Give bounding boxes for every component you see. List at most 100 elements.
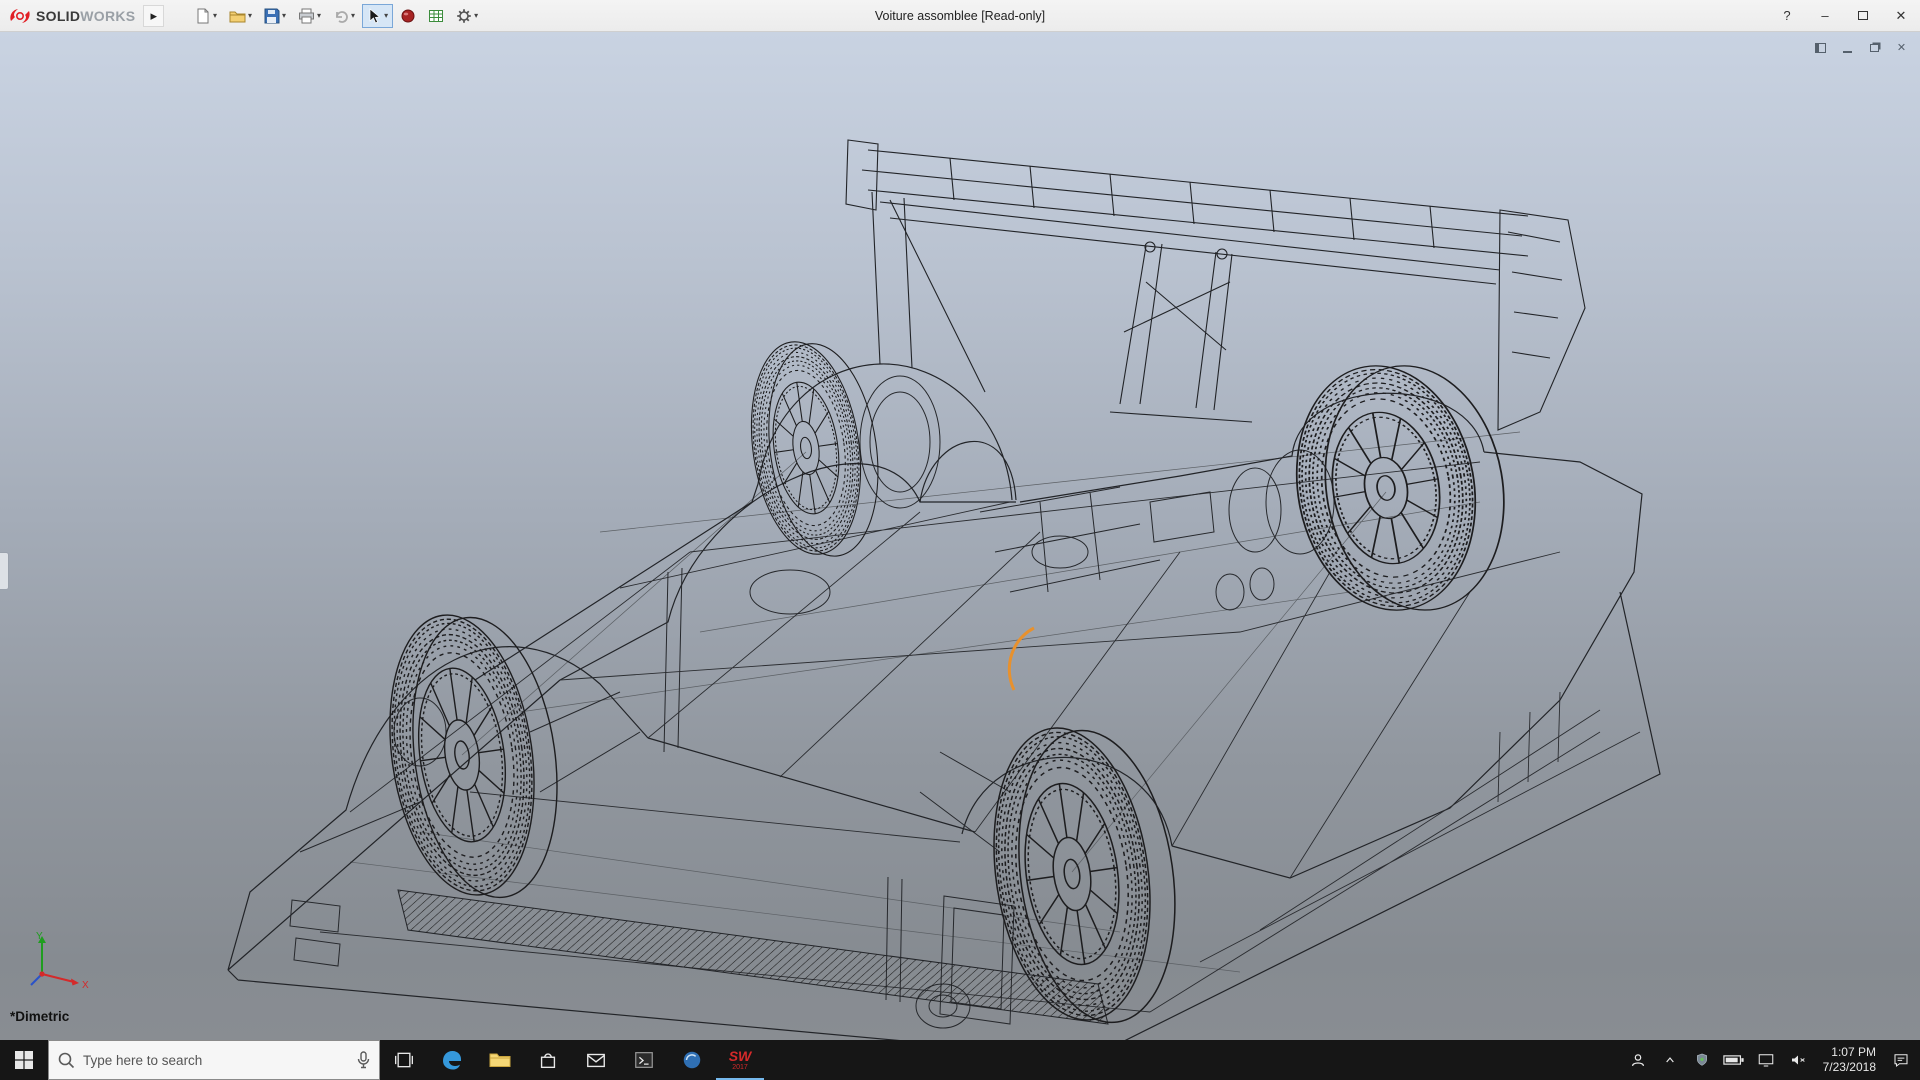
search-input[interactable] <box>83 1053 348 1068</box>
print-dropdown[interactable]: ▾ <box>317 11 321 20</box>
orientation-triad[interactable]: Y X <box>26 930 96 994</box>
edge-button[interactable] <box>428 1040 476 1080</box>
undo-button[interactable]: ▾ <box>328 4 360 28</box>
appearance-button[interactable] <box>395 4 421 28</box>
dock-window-button[interactable] <box>1812 40 1829 55</box>
taskbar-clock[interactable]: 1:07 PM 7/23/2018 <box>1815 1045 1884 1075</box>
microphone-icon[interactable] <box>356 1051 371 1069</box>
sw-badge-text: SW <box>729 1049 752 1063</box>
battery-button[interactable] <box>1719 1040 1749 1080</box>
document-title: Voiture assomblee [Read-only] <box>875 0 1045 31</box>
security-shield-icon <box>1694 1051 1710 1069</box>
app-circle-icon <box>681 1049 703 1071</box>
view-orientation-label: *Dimetric <box>10 1009 69 1024</box>
clock-time: 1:07 PM <box>1831 1045 1876 1060</box>
select-cursor-icon <box>367 8 382 24</box>
open-folder-icon <box>229 8 246 24</box>
brand-solid: SOLID <box>36 8 80 24</box>
mail-button[interactable] <box>572 1040 620 1080</box>
hidden-icons-button[interactable] <box>1655 1040 1685 1080</box>
windows-logo-icon <box>15 1051 33 1069</box>
volume-muted-icon <box>1788 1051 1808 1069</box>
save-dropdown[interactable]: ▾ <box>282 11 286 20</box>
open-button[interactable]: ▾ <box>224 4 257 28</box>
display-icon <box>1756 1051 1776 1069</box>
solidworks-2017-icon: SW 2017 <box>729 1049 752 1071</box>
select-dropdown[interactable]: ▾ <box>384 11 388 20</box>
document-window-controls: ✕ <box>1812 40 1910 55</box>
start-button[interactable] <box>0 1040 48 1080</box>
save-floppy-icon <box>264 8 280 24</box>
file-explorer-button[interactable] <box>476 1040 524 1080</box>
rear-wing[interactable] <box>846 140 1585 430</box>
app-circle-button[interactable] <box>668 1040 716 1080</box>
people-button[interactable] <box>1623 1040 1653 1080</box>
wheel-front-right[interactable] <box>739 332 891 565</box>
design-table-icon <box>428 8 444 24</box>
options-button[interactable]: ▾ <box>451 4 483 28</box>
task-view-icon <box>394 1050 414 1070</box>
options-gear-icon <box>456 8 472 24</box>
desktop: SOLIDWORKS ▸ ▾ ▾ ▾ <box>0 0 1920 1080</box>
brand-text: SOLIDWORKS <box>36 8 135 24</box>
maximize-button[interactable] <box>1844 0 1882 31</box>
search-icon <box>57 1051 75 1069</box>
new-document-button[interactable]: ▾ <box>190 4 222 28</box>
minimize-button[interactable]: – <box>1806 0 1844 31</box>
edge-icon <box>440 1048 464 1072</box>
window-controls: ? – ✕ <box>1768 0 1920 31</box>
close-button[interactable]: ✕ <box>1882 0 1920 31</box>
print-button[interactable]: ▾ <box>293 4 326 28</box>
console-icon <box>633 1049 655 1071</box>
solidworks-taskbar-button[interactable]: SW 2017 <box>716 1040 764 1080</box>
select-button[interactable]: ▾ <box>362 4 393 28</box>
design-table-button[interactable] <box>423 4 449 28</box>
wireframe-car-model[interactable] <box>0 32 1920 1040</box>
taskbar-search[interactable] <box>48 1040 380 1080</box>
wheel-rear-right[interactable] <box>1278 347 1523 630</box>
windows-taskbar: SW 2017 <box>0 1040 1920 1080</box>
doc-minimize-icon <box>1843 51 1852 53</box>
solidworks-logo-icon <box>8 7 32 25</box>
appearance-sphere-icon <box>400 8 416 24</box>
open-dropdown[interactable]: ▾ <box>248 11 252 20</box>
feature-panel-collapsed-handle[interactable] <box>0 552 9 590</box>
console-button[interactable] <box>620 1040 668 1080</box>
maximize-icon <box>1858 11 1868 20</box>
action-center-button[interactable] <box>1886 1040 1916 1080</box>
solidworks-logo[interactable]: SOLIDWORKS <box>0 0 143 31</box>
undo-dropdown[interactable]: ▾ <box>351 11 355 20</box>
doc-minimize-button[interactable] <box>1839 40 1856 55</box>
undo-icon <box>333 8 349 24</box>
new-document-dropdown[interactable]: ▾ <box>213 11 217 20</box>
save-button[interactable]: ▾ <box>259 4 291 28</box>
volume-button[interactable] <box>1783 1040 1813 1080</box>
task-view-button[interactable] <box>380 1040 428 1080</box>
battery-icon <box>1723 1052 1745 1068</box>
clock-date: 7/23/2018 <box>1823 1060 1876 1075</box>
triad-x-label: X <box>82 980 89 991</box>
doc-restore-button[interactable] <box>1866 40 1883 55</box>
quick-access-toolbar: ▾ ▾ ▾ ▾ <box>190 4 483 28</box>
triad-y-label: Y <box>36 931 43 942</box>
graphics-viewport[interactable]: ✕ Y X *Dimetric <box>0 32 1920 1040</box>
system-tray: 1:07 PM 7/23/2018 <box>1623 1040 1920 1080</box>
brand-works: WORKS <box>80 8 135 24</box>
store-icon <box>537 1049 559 1071</box>
mail-icon <box>585 1049 607 1071</box>
menu-expand-arrow[interactable]: ▸ <box>143 5 164 27</box>
new-document-icon <box>195 8 211 24</box>
file-explorer-icon <box>488 1048 512 1072</box>
security-button[interactable] <box>1687 1040 1717 1080</box>
titlebar: SOLIDWORKS ▸ ▾ ▾ ▾ <box>0 0 1920 32</box>
display-button[interactable] <box>1751 1040 1781 1080</box>
doc-close-button[interactable]: ✕ <box>1893 40 1910 55</box>
dock-window-icon <box>1815 43 1826 53</box>
print-icon <box>298 8 315 24</box>
highlighted-edge[interactable] <box>1009 628 1034 690</box>
action-center-icon <box>1891 1051 1911 1069</box>
options-dropdown[interactable]: ▾ <box>474 11 478 20</box>
help-button[interactable]: ? <box>1768 0 1806 31</box>
store-button[interactable] <box>524 1040 572 1080</box>
people-icon <box>1628 1050 1648 1070</box>
